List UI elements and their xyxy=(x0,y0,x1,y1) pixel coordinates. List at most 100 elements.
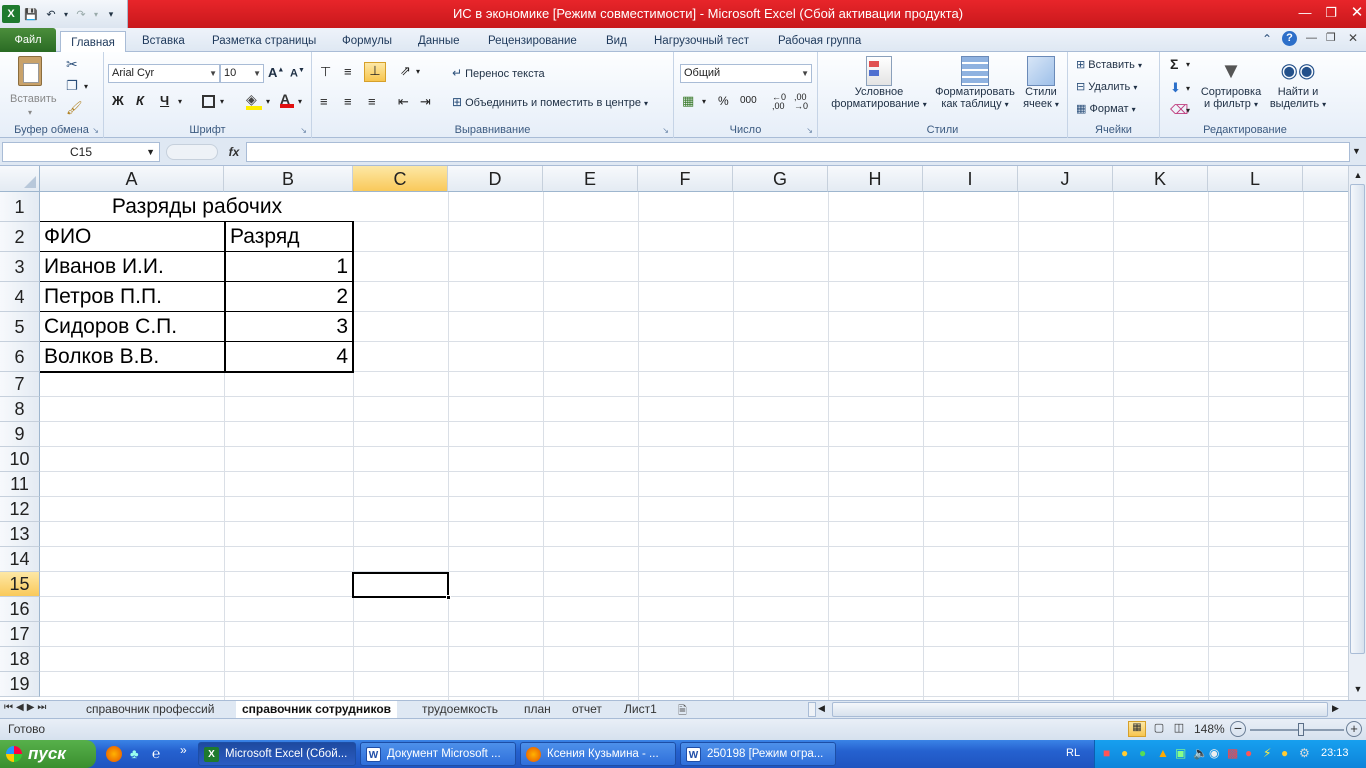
decrease-decimal-icon[interactable]: ,00 →0 xyxy=(794,93,808,111)
tray-alert-icon[interactable]: ● xyxy=(1245,746,1252,760)
row-header[interactable]: 2 xyxy=(0,222,40,252)
tray-update-icon[interactable]: ● xyxy=(1281,746,1288,760)
font-color-dropdown-icon[interactable]: ▾ xyxy=(298,97,302,106)
rank-cell[interactable]: 3 xyxy=(228,312,348,341)
zoom-out-icon[interactable]: − xyxy=(1230,721,1246,737)
shrink-font-icon[interactable]: A▼ xyxy=(290,67,305,80)
rank-cell[interactable]: 2 xyxy=(228,282,348,311)
row-header[interactable]: 9 xyxy=(0,422,40,447)
zoom-in-icon[interactable]: + xyxy=(1346,721,1362,737)
task-excel[interactable]: X Microsoft Excel (Сбой... xyxy=(198,742,356,766)
sort-filter-button[interactable]: ▼ Сортировка и фильтр ▾ xyxy=(1196,56,1266,110)
paste-button[interactable] xyxy=(10,56,50,96)
orientation-dropdown-icon[interactable]: ▾ xyxy=(416,67,420,76)
clear-dropdown-icon[interactable]: ▾ xyxy=(1186,106,1190,115)
doc-close-icon[interactable]: ✕ xyxy=(1348,31,1358,45)
page-layout-view-icon[interactable]: ▢ xyxy=(1150,721,1168,737)
tab-file[interactable]: Файл xyxy=(0,28,56,52)
row-header[interactable]: 4 xyxy=(0,282,40,312)
sheet-tab-professions[interactable]: справочник профессий xyxy=(80,701,220,718)
font-size-combo[interactable]: 10 ▼ xyxy=(220,64,264,83)
merge-center-button[interactable]: ⊞ Объединить и поместить в центре ▾ xyxy=(452,95,648,109)
align-middle-icon[interactable]: ≡ xyxy=(344,64,352,79)
worksheet-grid[interactable]: A B C D E F G H I J K L 1 2 3 4 5 6 7 8 … xyxy=(0,166,1348,700)
row-header[interactable]: 5 xyxy=(0,312,40,342)
tab-load-test[interactable]: Нагрузочный тест xyxy=(642,30,761,52)
undo-icon[interactable]: ↶ xyxy=(42,5,60,23)
column-header-partial[interactable] xyxy=(1303,166,1348,192)
help-icon[interactable]: ? xyxy=(1282,31,1297,46)
task-word-restricted[interactable]: W 250198 [Режим огра... xyxy=(680,742,836,766)
redo-icon[interactable]: ↷ xyxy=(72,5,90,23)
header-rank-cell[interactable]: Разряд xyxy=(230,222,350,251)
orientation-icon[interactable]: ⇗ xyxy=(400,63,411,79)
zoom-slider-thumb[interactable] xyxy=(1298,723,1304,736)
currency-icon[interactable]: ▦ xyxy=(682,93,694,109)
column-header[interactable]: E xyxy=(543,166,638,192)
percent-button[interactable]: % xyxy=(718,94,729,108)
name-box[interactable]: C15 ▼ xyxy=(2,142,160,162)
decrease-indent-icon[interactable]: ⇤ xyxy=(398,94,409,110)
paste-dropdown-icon[interactable]: ▾ xyxy=(28,108,32,117)
tray-power-icon[interactable]: ⚡ xyxy=(1263,746,1271,760)
underline-button[interactable]: Ч xyxy=(160,93,169,108)
fill-color-dropdown-icon[interactable]: ▾ xyxy=(266,97,270,106)
name-cell[interactable]: Волков В.В. xyxy=(44,342,222,371)
clipboard-launcher-icon[interactable]: ↘ xyxy=(92,126,99,135)
rank-cell[interactable]: 4 xyxy=(228,342,348,371)
header-name-cell[interactable]: ФИО xyxy=(44,222,222,251)
insert-cells-button[interactable]: ⊞ Вставить ▾ xyxy=(1076,58,1142,71)
number-launcher-icon[interactable]: ↘ xyxy=(806,126,813,135)
formula-input[interactable] xyxy=(246,142,1350,162)
align-center-icon[interactable]: ≡ xyxy=(344,94,352,109)
autosum-dropdown-icon[interactable]: ▾ xyxy=(1186,60,1190,69)
redo-dropdown-icon[interactable]: ▾ xyxy=(92,5,100,23)
scroll-left-icon[interactable]: ◀ xyxy=(818,703,825,714)
save-icon[interactable]: 💾 xyxy=(22,5,40,23)
copy-icon[interactable]: ❐ xyxy=(66,78,78,94)
thousands-button[interactable]: 000 xyxy=(740,95,757,106)
alignment-launcher-icon[interactable]: ↘ xyxy=(662,126,669,135)
row-header[interactable]: 1 xyxy=(0,192,40,222)
active-cell[interactable] xyxy=(352,572,451,600)
horizontal-scroll-thumb[interactable] xyxy=(832,702,1328,717)
scroll-down-icon[interactable]: ▼ xyxy=(1351,682,1365,696)
wrap-text-button[interactable]: ↵ Перенос текста xyxy=(452,66,545,80)
cut-icon[interactable]: ✂ xyxy=(66,56,78,73)
column-header[interactable]: H xyxy=(828,166,923,192)
customize-qat-icon[interactable]: ▾ xyxy=(102,5,120,23)
delete-cells-button[interactable]: ⊟ Удалить ▾ xyxy=(1076,80,1137,93)
tab-review[interactable]: Рецензирование xyxy=(476,30,589,52)
zoom-level[interactable]: 148% xyxy=(1194,722,1225,736)
autosum-button[interactable]: Σ xyxy=(1170,56,1178,72)
task-word-doc[interactable]: W Документ Microsoft ... xyxy=(360,742,516,766)
bold-button[interactable]: Ж xyxy=(112,93,124,108)
name-cell[interactable]: Сидоров С.П. xyxy=(44,312,222,341)
vertical-scrollbar[interactable]: ▲ ▼ xyxy=(1348,166,1366,700)
sheet-nav-icons[interactable]: ⏮◀▶⏭ xyxy=(4,702,49,713)
fill-icon[interactable]: ⬇ xyxy=(1170,80,1181,96)
sheet-tab-plan[interactable]: план xyxy=(518,701,557,718)
row-header[interactable]: 14 xyxy=(0,547,40,572)
format-as-table-button[interactable]: Форматировать как таблицу ▾ xyxy=(928,56,1022,110)
ie-quicklaunch-icon[interactable]: ℮ xyxy=(152,745,160,761)
row-header[interactable]: 13 xyxy=(0,522,40,547)
underline-dropdown-icon[interactable]: ▾ xyxy=(178,97,182,106)
row-header[interactable]: 3 xyxy=(0,252,40,282)
borders-dropdown-icon[interactable]: ▾ xyxy=(220,97,224,106)
tray-help-icon[interactable]: ● xyxy=(1121,746,1128,760)
column-header[interactable]: G xyxy=(733,166,828,192)
cell-styles-button[interactable]: Стили ячеек ▾ xyxy=(1018,56,1064,110)
tray-security-icon[interactable]: ▲ xyxy=(1157,746,1169,760)
number-format-combo[interactable]: Общий ▼ xyxy=(680,64,812,83)
tray-network-icon[interactable]: ● xyxy=(1139,746,1146,760)
tab-split-handle[interactable] xyxy=(808,702,816,717)
format-cells-button[interactable]: ▦ Формат ▾ xyxy=(1076,102,1136,115)
row-header[interactable]: 19 xyxy=(0,672,40,697)
tab-page-layout[interactable]: Разметка страницы xyxy=(200,30,328,52)
doc-minimize-icon[interactable]: — xyxy=(1306,32,1317,44)
row-header[interactable]: 15 xyxy=(0,572,40,597)
font-color-icon[interactable]: A xyxy=(280,91,294,108)
scroll-up-icon[interactable]: ▲ xyxy=(1351,168,1365,182)
tray-speaker-icon[interactable]: 🔈 xyxy=(1193,746,1208,760)
